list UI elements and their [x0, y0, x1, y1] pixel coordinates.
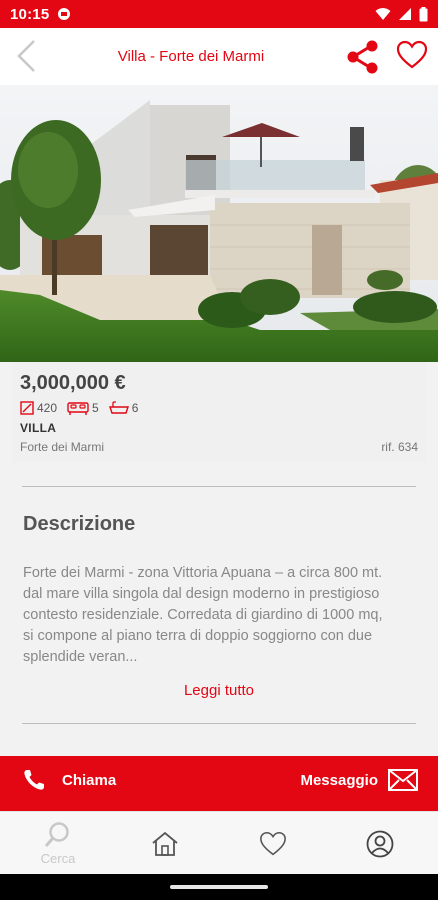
- property-reference: rif. 634: [381, 440, 418, 454]
- divider: [22, 486, 416, 487]
- back-button[interactable]: [10, 38, 42, 74]
- wifi-icon: [375, 8, 391, 20]
- read-more-link[interactable]: Leggi tutto: [0, 682, 438, 699]
- description-text: Forte dei Marmi - zona Vittoria Apuana –…: [23, 565, 383, 665]
- status-bar: 10:15: [0, 0, 438, 28]
- message-button[interactable]: Messaggio: [300, 768, 418, 792]
- mail-icon: [388, 769, 418, 791]
- signal-icon: [399, 8, 411, 20]
- description-title: Descrizione: [23, 513, 136, 535]
- status-time: 10:15: [10, 5, 50, 23]
- home-icon: [152, 831, 178, 856]
- feature-area: 420: [20, 401, 57, 415]
- feature-area-value: 420: [37, 401, 58, 415]
- nav-search-label: Cerca: [40, 851, 76, 866]
- page-title: Villa - Forte dei Marmi: [117, 48, 265, 65]
- listing-features: 420 5 6: [20, 401, 148, 415]
- home-gesture-handle[interactable]: [170, 885, 268, 889]
- nav-search[interactable]: Cerca: [3, 812, 113, 875]
- feature-bedrooms-value: 5: [92, 401, 99, 415]
- message-label: Messaggio: [300, 771, 378, 789]
- heart-icon: [396, 40, 428, 69]
- nav-favorites[interactable]: [218, 812, 328, 875]
- bottom-navigation: Cerca: [0, 811, 438, 874]
- notification-icon: [58, 8, 71, 20]
- call-button[interactable]: Chiama: [22, 768, 116, 792]
- nav-home[interactable]: [110, 812, 220, 875]
- nav-profile[interactable]: [325, 812, 435, 875]
- contact-bar: Chiama Messaggio: [0, 756, 438, 811]
- status-icons: [375, 6, 428, 22]
- battery-icon: [419, 6, 428, 21]
- favorite-button[interactable]: [396, 40, 430, 74]
- bed-icon: [67, 402, 89, 415]
- user-icon: [366, 830, 394, 857]
- feature-bathrooms-value: 6: [131, 401, 139, 415]
- system-navigation-bar: [0, 874, 438, 900]
- property-photo[interactable]: [0, 85, 438, 362]
- phone-icon: [24, 770, 44, 790]
- screen: 10:15 Villa - Forte dei Marmi 3,000,000 …: [0, 0, 438, 900]
- share-button[interactable]: [344, 39, 380, 75]
- property-photo-illustration: [0, 85, 438, 362]
- listing-price: 3,000,000 €: [20, 372, 126, 394]
- bathtub-icon: [108, 401, 129, 414]
- area-icon: [20, 401, 34, 415]
- app-header: Villa - Forte dei Marmi: [0, 28, 438, 85]
- share-icon: [347, 40, 378, 74]
- listing-summary: 3,000,000 € 420 5 6 VILLA Forte dei Marm…: [12, 362, 426, 463]
- property-location: Forte dei Marmi: [20, 440, 105, 454]
- call-label: Chiama: [62, 771, 117, 789]
- feature-bedrooms: 5: [67, 401, 99, 415]
- divider: [22, 723, 416, 724]
- back-icon: [17, 40, 35, 72]
- property-type: VILLA: [20, 421, 57, 435]
- feature-bathrooms: 6: [108, 401, 139, 415]
- search-icon: [44, 822, 69, 847]
- heart-icon: [260, 831, 286, 855]
